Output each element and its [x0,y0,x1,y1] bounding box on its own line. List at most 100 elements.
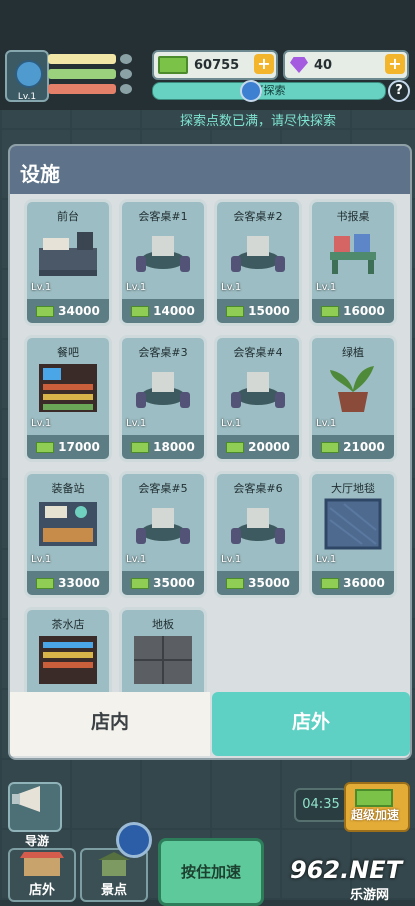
price-tag: 21000 [312,435,394,459]
facility-level: Lv.1 [316,554,337,565]
price-tag: 16000 [312,299,394,323]
cash-icon [36,305,55,317]
facility-name: 绿植 [342,346,364,359]
price-value: 15000 [248,304,290,318]
facility-name: 会客桌#4 [233,346,283,359]
facility-card[interactable]: 会客桌#1 Lv.1 14000 [119,199,207,326]
help-button[interactable]: ? [388,80,410,102]
price-tag: 35000 [122,571,204,595]
cash-icon [131,441,150,453]
price-tag: 17000 [27,435,109,459]
facility-name: 书报桌 [336,210,370,223]
stat-icon [120,69,132,79]
facility-name: 会客桌#6 [233,482,283,495]
watermark-sub: 乐游网 [350,888,390,903]
compass-icon [240,80,262,102]
facility-level: Lv.1 [316,282,337,293]
spot-label: 景点 [100,883,127,898]
facility-name: 会客桌#1 [138,210,188,223]
facility-level: Lv.1 [221,282,242,293]
meeting-table-icon [231,508,285,544]
stat-icon [120,54,132,64]
price-tag: 15000 [217,299,299,323]
facility-name: 会客桌#5 [138,482,188,495]
price-value: 34000 [58,304,100,318]
potted-plant-icon [330,366,374,412]
facility-level: Lv.1 [126,282,147,293]
player-avatar[interactable]: Lv.1 [5,50,49,102]
price-tag: 18000 [122,435,204,459]
super-speed-label: 超级加速 [350,808,399,822]
floor-tile-icon [134,636,192,684]
cash-icon [131,577,150,589]
panel-tabs: 店内 店外 [10,692,410,758]
facility-name: 前台 [57,210,79,223]
facility-card[interactable]: 会客桌#6 Lv.1 35000 [214,471,302,598]
tab-inside[interactable]: 店内 [10,692,210,756]
tab-outside[interactable]: 店外 [212,692,410,756]
facility-card[interactable]: 餐吧 Lv.1 17000 [24,335,112,462]
price-value: 36000 [343,576,385,590]
add-cash-button[interactable]: + [254,54,274,74]
store-outside-button[interactable]: 店外 [8,848,76,902]
facility-card[interactable]: 书报桌 Lv.1 16000 [309,199,397,326]
price-value: 33000 [58,576,100,590]
facility-level: Lv.1 [126,418,147,429]
facility-level: Lv.1 [221,418,242,429]
player-level: Lv.1 [17,92,37,102]
facility-card[interactable]: 会客桌#5 Lv.1 35000 [119,471,207,598]
facility-card[interactable]: 会客桌#2 Lv.1 15000 [214,199,302,326]
globe-icon [15,60,43,88]
stat-bar-red [48,84,116,94]
top-hud: Lv.1 60755 + 40 + 可探索 ? [0,0,415,110]
tea-shop-icon [39,636,97,684]
storefront-icon [20,852,64,876]
facility-level: Lv.1 [316,418,337,429]
cash-amount: 60755 [194,57,240,73]
explore-bar[interactable]: 可探索 [152,82,386,100]
panel-header: 设施 [10,146,410,194]
facility-grid: 前台 Lv.1 34000 会客桌#1 Lv.1 14000 会客桌#2 Lv.… [24,199,404,693]
facility-card[interactable]: 地板 [119,607,207,693]
cash-icon [226,441,245,453]
facility-card[interactable]: 会客桌#3 Lv.1 18000 [119,335,207,462]
snack-bar-icon [39,364,97,412]
price-tag: 34000 [27,299,109,323]
facility-level: Lv.1 [126,554,147,565]
facility-name: 装备站 [51,482,85,495]
facility-card[interactable]: 装备站 Lv.1 33000 [24,471,112,598]
compass-icon[interactable] [116,822,152,858]
gem-icon [290,57,308,73]
guide-button[interactable]: 导游 [8,782,62,848]
facility-level: Lv.1 [31,418,52,429]
facility-name: 餐吧 [57,346,79,359]
lobby-carpet-icon [324,498,382,550]
hold-speed-button[interactable]: 按住加速 [158,838,264,906]
cash-icon [321,305,340,317]
add-gems-button[interactable]: + [385,54,405,74]
megaphone-icon [12,786,40,812]
store-outside-label: 店外 [28,883,55,898]
cash-icon [321,577,340,589]
facility-level: Lv.1 [221,554,242,565]
price-value: 35000 [248,576,290,590]
facility-card[interactable]: 前台 Lv.1 34000 [24,199,112,326]
player-stats [48,52,138,100]
cash-icon [226,577,245,589]
facility-level: Lv.1 [31,554,52,565]
facility-card[interactable]: 会客桌#4 Lv.1 20000 [214,335,302,462]
bottom-hud: 导游 04:35 超级加速 店外 景点 按住加速 962.NET 乐游网 [0,760,415,906]
panel-title: 设施 [20,162,60,186]
facility-card[interactable]: 大厅地毯 Lv.1 36000 [309,471,397,598]
price-tag: 36000 [312,571,394,595]
meeting-table-icon [136,372,190,408]
facility-name: 茶水店 [51,618,85,631]
stat-bar-green [48,69,116,79]
price-tag: 20000 [217,435,299,459]
facility-card[interactable]: 绿植 Lv.1 21000 [309,335,397,462]
facility-card[interactable]: 茶水店 [24,607,112,693]
cash-counter: 60755 + [152,50,278,80]
meeting-table-icon [136,508,190,544]
price-value: 14000 [153,304,195,318]
price-value: 21000 [343,440,385,454]
